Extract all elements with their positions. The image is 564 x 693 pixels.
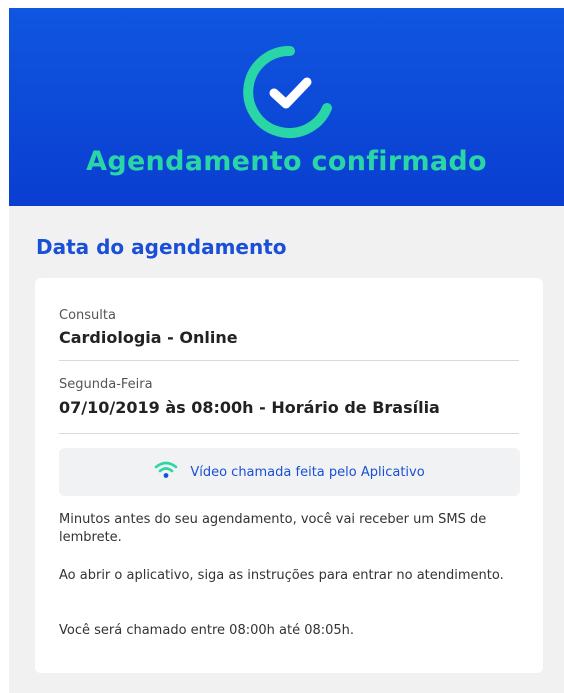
video-call-banner: Vídeo chamada feita pelo Aplicativo [59, 448, 520, 496]
check-circle-icon [241, 43, 339, 141]
divider [59, 433, 519, 434]
video-call-text: Vídeo chamada feita pelo Aplicativo [190, 464, 425, 480]
day-label: Segunda-Feira [59, 377, 153, 392]
confirmation-header: Agendamento confirmado [9, 8, 564, 206]
consult-label: Consulta [59, 308, 116, 323]
confirmation-title: Agendamento confirmado [86, 146, 487, 177]
info-call-window: Você será chamado entre 08:00h até 08:05… [59, 623, 355, 638]
wifi-icon [154, 461, 178, 483]
info-sms: Minutos antes do seu agendamento, você v… [59, 512, 487, 545]
consult-value: Cardiologia - Online [59, 328, 238, 347]
confirmation-screen: Agendamento confirmado Data do agendamen… [9, 8, 564, 693]
datetime-value: 07/10/2019 às 08:00h - Horário de Brasíl… [59, 398, 440, 417]
info-instructions: Ao abrir o aplicativo, siga as instruçõe… [59, 568, 504, 583]
divider [59, 360, 519, 361]
appointment-card: Consulta Cardiologia - Online Segunda-Fe… [35, 278, 543, 673]
section-title: Data do agendamento [36, 235, 287, 259]
